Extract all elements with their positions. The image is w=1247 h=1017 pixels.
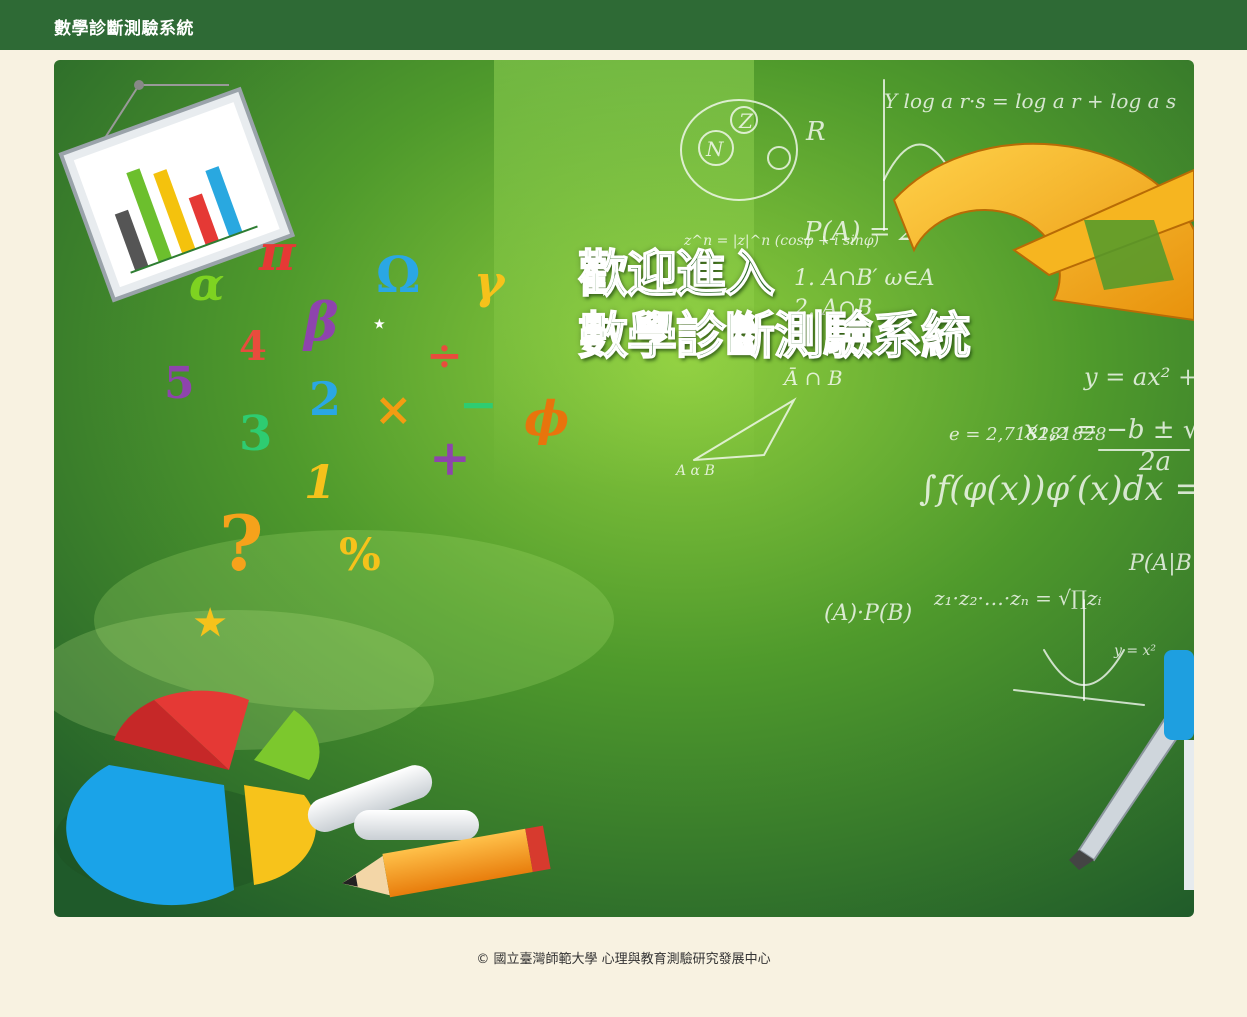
svg-text:Z: Z xyxy=(738,109,754,133)
welcome-headline: 歡迎進入 數學診斷測驗系統 xyxy=(577,243,972,367)
svg-text:★: ★ xyxy=(374,317,385,331)
svg-text:π: π xyxy=(258,223,297,282)
svg-text:P(A|B: P(A|B xyxy=(1128,551,1192,576)
svg-text:3: 3 xyxy=(239,406,272,462)
svg-text:e = 2,718281828: e = 2,718281828 xyxy=(949,424,1106,445)
svg-text:α: α xyxy=(189,257,224,311)
svg-text:y = x²: y = x² xyxy=(1113,643,1156,659)
svg-text:z₁·z₂·…·zₙ = √∏zᵢ: z₁·z₂·…·zₙ = √∏zᵢ xyxy=(933,586,1102,610)
svg-text:β: β xyxy=(302,292,339,353)
svg-text:ϕ: ϕ xyxy=(524,391,569,447)
svg-text:γ: γ xyxy=(474,255,507,309)
svg-text:Ā ∩ B: Ā ∩ B xyxy=(782,366,843,390)
svg-text:(A)·P(B): (A)·P(B) xyxy=(824,601,912,626)
svg-text:×: × xyxy=(374,382,413,436)
app-title[interactable]: 數學診斷測驗系統 xyxy=(54,14,194,39)
headline-line-1: 歡迎進入 xyxy=(577,244,776,304)
svg-text:★: ★ xyxy=(194,602,226,644)
svg-text:4: 4 xyxy=(239,323,267,370)
svg-text:∫f(φ(x))φ′(x)dx =: ∫f(φ(x))φ′(x)dx = xyxy=(919,469,1194,509)
svg-text:+: + xyxy=(429,428,471,487)
svg-text:%: % xyxy=(339,530,381,581)
svg-text:Ω: Ω xyxy=(376,245,421,304)
svg-text:÷: ÷ xyxy=(426,330,463,381)
headline-line-2: 數學診斷測驗系統 xyxy=(577,306,972,366)
svg-text:A α B: A α B xyxy=(674,463,715,479)
top-header-bar: 數學診斷測驗系統 xyxy=(0,0,1247,50)
svg-text:2: 2 xyxy=(309,372,341,426)
svg-text:y = ax² + bx: y = ax² + bx xyxy=(1083,363,1194,391)
footer-copyright: © 國立臺灣師範大學 心理與教育測驗研究發展中心 xyxy=(476,952,771,967)
svg-text:?: ? xyxy=(219,499,264,588)
svg-text:−: − xyxy=(459,377,498,431)
svg-text:N: N xyxy=(705,137,725,161)
svg-text:1: 1 xyxy=(304,455,336,509)
welcome-banner: α π Ω γ β 5 4 ÷ 2 × − ϕ 3 + 1 ? % ★ ★ N … xyxy=(54,60,1194,917)
banner-illustration: α π Ω γ β 5 4 ÷ 2 × − ϕ 3 + 1 ? % ★ ★ N … xyxy=(54,60,1194,917)
svg-text:Y log a r·s = log a r + log a: Y log a r·s = log a r + log a s xyxy=(884,89,1176,113)
svg-text:5: 5 xyxy=(164,358,195,409)
svg-text:R: R xyxy=(805,117,826,147)
